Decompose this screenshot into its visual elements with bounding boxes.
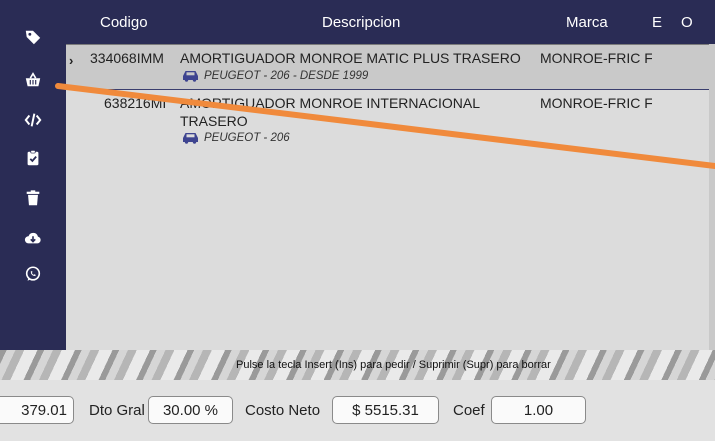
column-header-descripcion[interactable]: Descripcion (322, 14, 400, 31)
cell-codigo: 638216MI (104, 95, 167, 111)
vertical-scrollbar[interactable] (709, 44, 715, 350)
cell-descripcion: AMORTIGUADOR MONROE MATIC PLUS TRASERO (180, 50, 521, 66)
cell-descripcion: AMORTIGUADOR MONROE INTERNACIONAL (180, 95, 480, 111)
totals-bar: 379.01 Dto Gral 30.00 % Costo Neto $ 551… (0, 380, 715, 441)
dto-gral-field[interactable]: 30.00 % (148, 396, 233, 424)
column-header-o[interactable]: O (681, 14, 693, 31)
table-row[interactable]: 638216MI AMORTIGUADOR MONROE INTERNACION… (66, 90, 709, 152)
table-row[interactable]: › 334068IMM AMORTIGUADOR MONROE MATIC PL… (66, 44, 709, 90)
dto-label: Dto Gral (89, 402, 145, 419)
costo-neto-field[interactable]: $ 5515.31 (332, 396, 439, 424)
car-icon (182, 69, 199, 82)
car-icon (182, 131, 199, 144)
table-header: Codigo Descripcion Marca E O (66, 0, 715, 44)
column-header-codigo[interactable]: Codigo (100, 14, 148, 31)
hint-bar: Pulse la tecla Insert (Ins) para pedir /… (0, 350, 715, 380)
vehicle-label: PEUGEOT - 206 (204, 131, 290, 144)
vehicle-label: PEUGEOT - 206 - DESDE 1999 (204, 69, 369, 82)
tag-icon[interactable] (23, 27, 43, 47)
cell-descripcion-line2: TRASERO (180, 113, 248, 129)
code-icon[interactable] (23, 110, 43, 130)
cell-codigo: 334068IMM (90, 50, 164, 66)
subtotal-field[interactable]: 379.01 (0, 396, 74, 424)
costo-neto-label: Costo Neto (245, 402, 321, 419)
vehicle-info: PEUGEOT - 206 - DESDE 1999 (182, 69, 368, 82)
coef-field[interactable]: 1.00 (491, 396, 586, 424)
cell-marca: MONROE-FRIC F (540, 95, 652, 111)
results-table: › 334068IMM AMORTIGUADOR MONROE MATIC PL… (66, 44, 709, 350)
vehicle-info: PEUGEOT - 206 (182, 131, 290, 144)
cloud-download-icon[interactable] (23, 228, 43, 248)
trash-icon[interactable] (23, 188, 43, 208)
sidebar (0, 0, 66, 350)
coef-label: Coef (453, 402, 485, 419)
clipboard-check-icon[interactable] (23, 148, 43, 168)
hint-text: Pulse la tecla Insert (Ins) para pedir /… (236, 359, 551, 371)
basket-icon[interactable] (23, 70, 43, 90)
column-header-e[interactable]: E (652, 14, 662, 31)
column-header-marca[interactable]: Marca (566, 14, 608, 31)
whatsapp-icon[interactable] (23, 264, 43, 284)
cell-marca: MONROE-FRIC F (540, 50, 652, 66)
selected-row-indicator-icon: › (69, 53, 74, 68)
